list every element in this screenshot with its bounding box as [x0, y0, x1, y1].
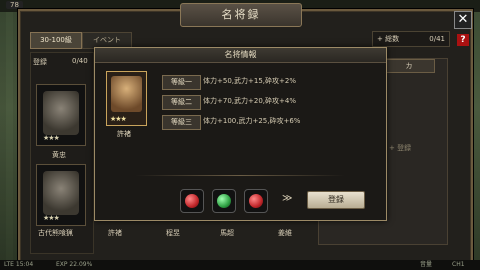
- modal-hero-name: 許褚: [117, 130, 131, 138]
- hero-stars: ★★★: [43, 214, 60, 222]
- red-gem-slot[interactable]: [244, 189, 268, 213]
- grade-3-stats: 体力+100,武力+25,砕攻+6%: [203, 117, 301, 125]
- red-gem-slot[interactable]: [180, 189, 204, 213]
- hero-name[interactable]: 許褚: [108, 228, 122, 238]
- modal-hero-portrait: ★★★: [106, 71, 147, 126]
- detail-register-text: + 登録: [389, 144, 412, 152]
- green-gem-slot[interactable]: [212, 189, 236, 213]
- register-count: 0/40: [72, 57, 88, 65]
- hero-name[interactable]: 姜維: [278, 228, 292, 238]
- close-button[interactable]: ✕: [454, 11, 472, 29]
- detail-tab[interactable]: カ: [383, 59, 435, 73]
- hero-stars: ★★★: [43, 134, 60, 142]
- status-channel: CH1: [452, 261, 465, 268]
- red-gem-icon: [185, 194, 199, 208]
- hero-portrait: [43, 171, 79, 215]
- total-value: 0/41: [429, 35, 445, 43]
- window-title: 名将録: [180, 3, 302, 27]
- hero-name[interactable]: 馬超: [220, 228, 234, 238]
- hero-portrait: [43, 91, 79, 135]
- divider: [135, 175, 345, 176]
- hero-card[interactable]: ★★★: [36, 84, 86, 146]
- double-arrow-icon: ≫: [282, 193, 293, 204]
- total-counter: + 総数 0/41: [372, 31, 450, 47]
- register-button[interactable]: 登録: [307, 191, 365, 209]
- hero-face-image: [111, 76, 142, 112]
- hero-name-row: 古代熊喰猟 許褚 程昱 馬超 姜維: [28, 228, 328, 240]
- hero-name[interactable]: 古代熊喰猟: [38, 228, 73, 238]
- hero-info-modal: 名将情報 ★★★ 許褚 等級一 体力+50,武力+15,砕攻+2% 等級二 体力…: [94, 47, 387, 221]
- grade-3-label: 等級三: [162, 115, 201, 130]
- hero-card-name: 黄忠: [52, 151, 66, 159]
- hero-card[interactable]: ★★★: [36, 164, 86, 226]
- grade-1-label: 等級一: [162, 75, 201, 90]
- total-label: + 総数: [377, 35, 400, 43]
- hero-name[interactable]: 程昱: [166, 228, 180, 238]
- register-label: 登録: [33, 58, 47, 66]
- help-button[interactable]: ?: [457, 34, 469, 46]
- status-exp: EXP 22.09%: [56, 261, 93, 268]
- grade-2-label: 等級二: [162, 95, 201, 110]
- modal-title: 名将情報: [95, 48, 386, 63]
- red-gem-icon: [249, 194, 263, 208]
- level-badge: 78: [6, 1, 23, 9]
- status-volume: 音量: [420, 261, 433, 268]
- grade-1-stats: 体力+50,武力+15,砕攻+2%: [203, 77, 296, 85]
- status-signal-time: LTE 15:04: [4, 261, 34, 268]
- grade-2-stats: 体力+70,武力+20,砕攻+4%: [203, 97, 296, 105]
- tab-30-100[interactable]: 30-100級: [30, 32, 82, 49]
- status-bar: LTE 15:04 EXP 22.09% 音量 CH1: [0, 260, 480, 270]
- modal-hero-stars: ★★★: [110, 115, 127, 123]
- green-gem-icon: [217, 194, 231, 208]
